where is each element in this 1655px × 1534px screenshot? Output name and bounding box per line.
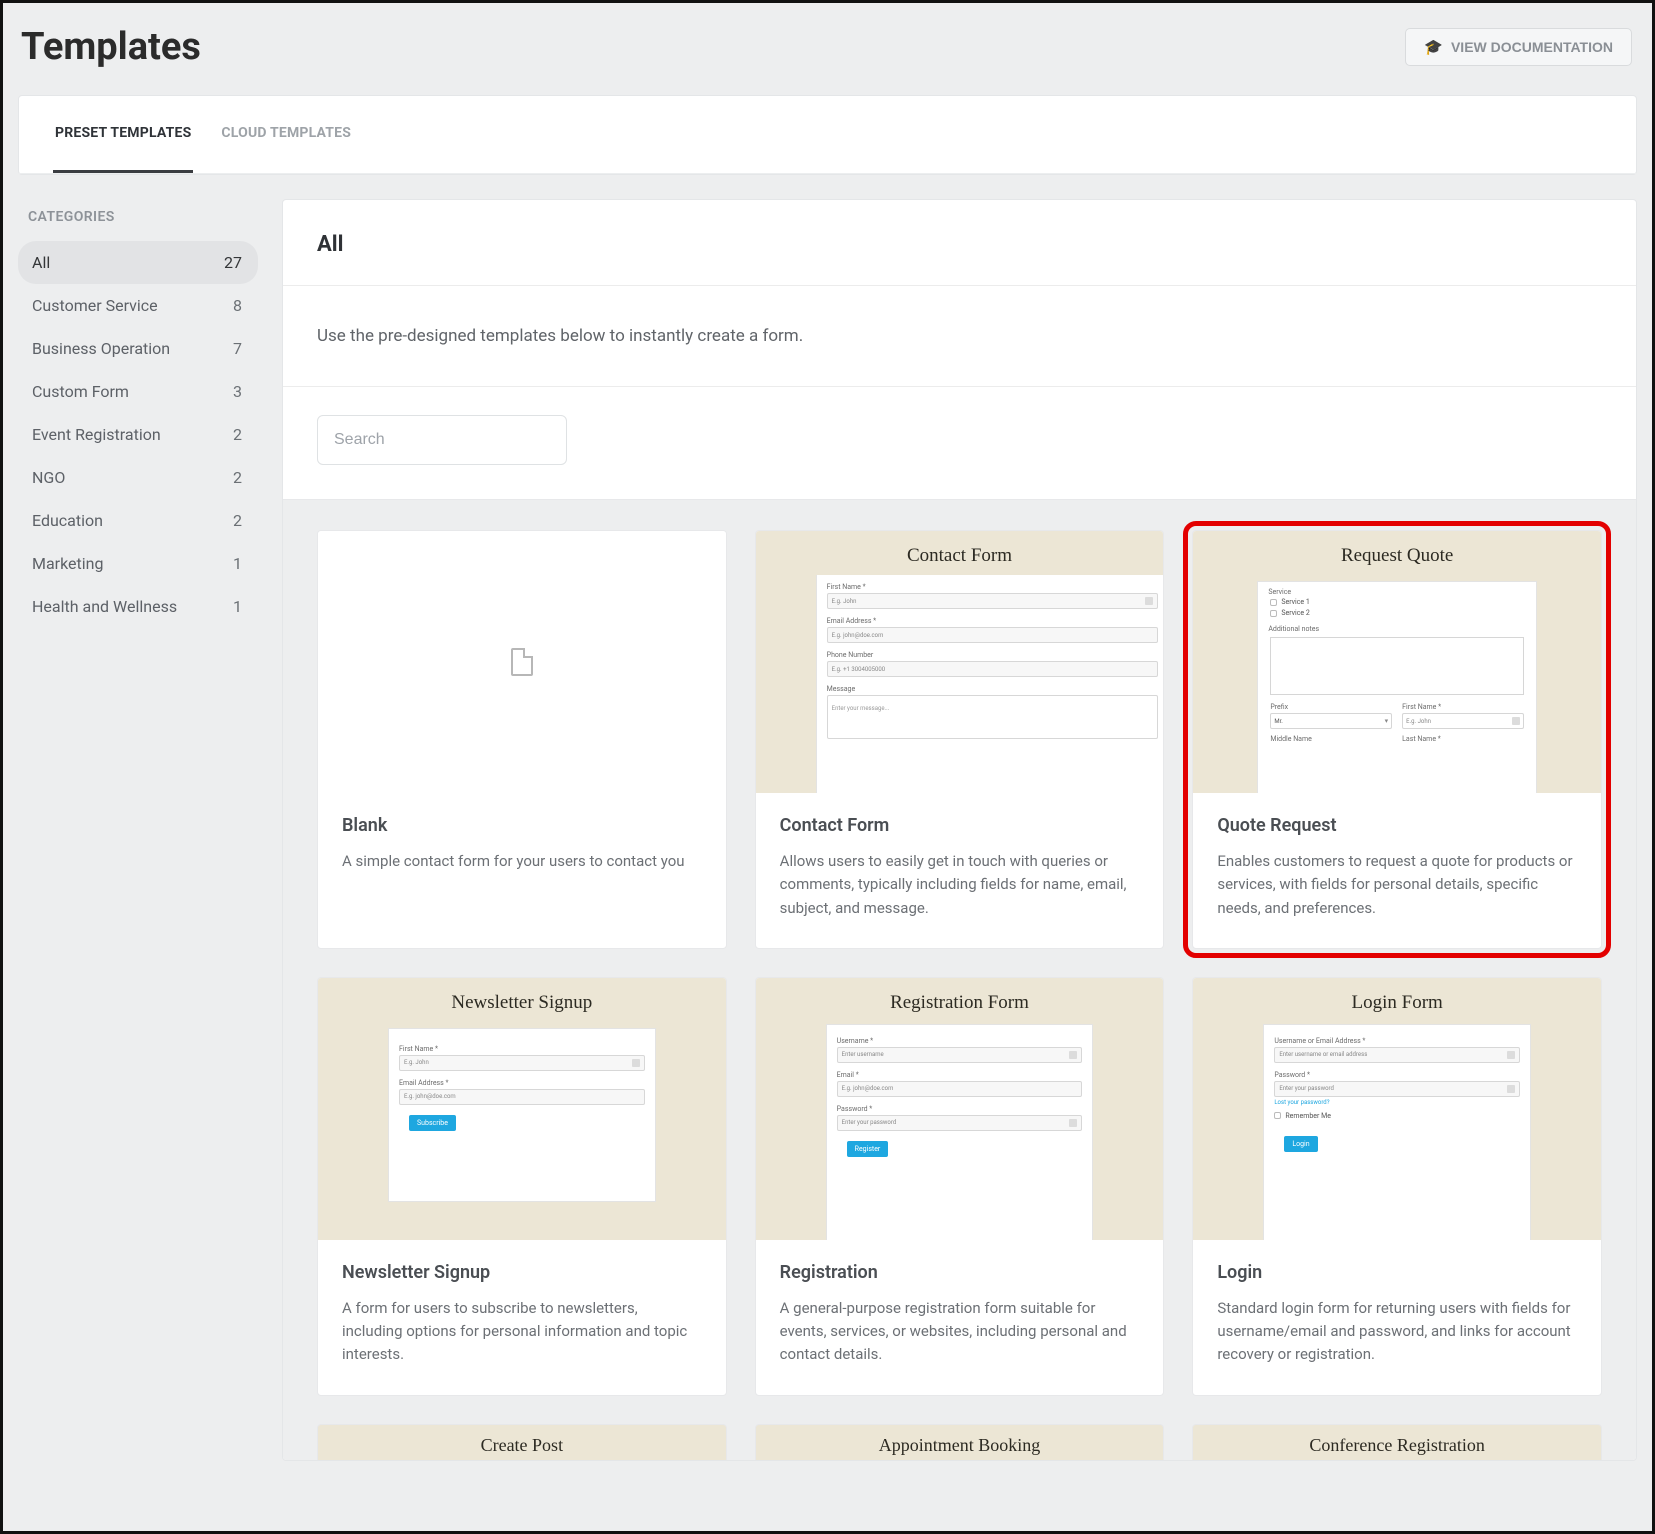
search-input[interactable]	[317, 415, 567, 465]
category-health-and-wellness[interactable]: Health and Wellness 1	[18, 585, 258, 628]
tab-cloud-templates[interactable]: CLOUD TEMPLATES	[219, 96, 353, 173]
categories-sidebar: CATEGORIES All 27 Customer Service 8 Bus…	[18, 199, 258, 628]
categories-label: CATEGORIES	[28, 209, 258, 225]
category-count: 2	[233, 511, 242, 530]
template-description: A form for users to subscribe to newslet…	[342, 1297, 702, 1367]
templates-main: All Use the pre-designed templates below…	[282, 199, 1637, 1461]
template-title: Blank	[342, 815, 702, 836]
template-card-contact-form[interactable]: Contact Form First Name * E.g. John Emai…	[755, 530, 1165, 949]
main-heading: All	[317, 232, 1602, 257]
thumb-heading: Request Quote	[1193, 531, 1601, 575]
category-all[interactable]: All 27	[18, 241, 258, 284]
blank-document-icon	[511, 648, 533, 676]
category-name: NGO	[32, 468, 65, 487]
thumb-miniform: Username * Enter username Email * E.g. j…	[826, 1024, 1094, 1240]
category-ngo[interactable]: NGO 2	[18, 456, 258, 499]
category-count: 2	[233, 468, 242, 487]
category-count: 7	[233, 339, 242, 358]
category-count: 1	[233, 597, 242, 616]
tab-preset-templates[interactable]: PRESET TEMPLATES	[53, 96, 193, 173]
template-description: Allows users to easily get in touch with…	[780, 850, 1140, 920]
template-card-registration[interactable]: Registration Form Username * Enter usern…	[755, 977, 1165, 1396]
category-count: 1	[233, 554, 242, 573]
template-title: Registration	[780, 1262, 1140, 1283]
thumb-miniform: Username or Email Address * Enter userna…	[1263, 1024, 1531, 1240]
category-name: Marketing	[32, 554, 103, 573]
category-name: Custom Form	[32, 382, 129, 401]
template-title: Newsletter Signup	[342, 1262, 702, 1283]
template-thumb: Contact Form First Name * E.g. John Emai…	[756, 531, 1164, 793]
thumb-miniform: Service Service 1 Service 2 Additional n…	[1257, 581, 1537, 793]
template-grid: Blank A simple contact form for your use…	[283, 499, 1636, 1460]
category-custom-form[interactable]: Custom Form 3	[18, 370, 258, 413]
thumb-heading: Newsletter Signup	[318, 978, 726, 1024]
template-card-blank[interactable]: Blank A simple contact form for your use…	[317, 530, 727, 949]
category-event-registration[interactable]: Event Registration 2	[18, 413, 258, 456]
main-subtext: Use the pre-designed templates below to …	[283, 286, 1636, 387]
template-title: Quote Request	[1217, 815, 1577, 836]
template-card-login[interactable]: Login Form Username or Email Address * E…	[1192, 977, 1602, 1396]
template-card-quote-request[interactable]: Request Quote Service Service 1 Service …	[1192, 530, 1602, 949]
category-education[interactable]: Education 2	[18, 499, 258, 542]
template-description: A simple contact form for your users to …	[342, 850, 702, 873]
category-business-operation[interactable]: Business Operation 7	[18, 327, 258, 370]
template-card-conference-registration[interactable]: Conference Registration	[1192, 1424, 1602, 1460]
thumb-heading: Login Form	[1193, 978, 1601, 1022]
thumb-heading: Registration Form	[756, 978, 1164, 1022]
page-title: Templates	[21, 25, 201, 69]
template-description: A general-purpose registration form suit…	[780, 1297, 1140, 1367]
category-count: 8	[233, 296, 242, 315]
template-description: Standard login form for returning users …	[1217, 1297, 1577, 1367]
thumb-heading: Contact Form	[756, 531, 1164, 573]
template-description: Enables customers to request a quote for…	[1217, 850, 1577, 920]
view-documentation-button[interactable]: 🎓 VIEW DOCUMENTATION	[1405, 28, 1632, 66]
template-thumb: Request Quote Service Service 1 Service …	[1193, 531, 1601, 793]
graduation-cap-icon: 🎓	[1424, 40, 1443, 55]
category-marketing[interactable]: Marketing 1	[18, 542, 258, 585]
category-name: Education	[32, 511, 103, 530]
category-name: Event Registration	[32, 425, 161, 444]
template-thumb: Newsletter Signup First Name * E.g. John…	[318, 978, 726, 1240]
template-card-create-post[interactable]: Create Post	[317, 1424, 727, 1460]
category-name: Business Operation	[32, 339, 170, 358]
template-title: Login	[1217, 1262, 1577, 1283]
view-documentation-label: VIEW DOCUMENTATION	[1451, 39, 1613, 55]
tabs-panel: PRESET TEMPLATES CLOUD TEMPLATES	[18, 95, 1637, 175]
template-thumb: Login Form Username or Email Address * E…	[1193, 978, 1601, 1240]
template-card-newsletter-signup[interactable]: Newsletter Signup First Name * E.g. John…	[317, 977, 727, 1396]
category-count: 27	[224, 253, 242, 272]
thumb-miniform: First Name * E.g. John Email Address * E…	[388, 1028, 656, 1202]
category-name: Health and Wellness	[32, 597, 177, 616]
category-customer-service[interactable]: Customer Service 8	[18, 284, 258, 327]
category-count: 3	[233, 382, 242, 401]
template-thumb: Registration Form Username * Enter usern…	[756, 978, 1164, 1240]
category-name: All	[32, 253, 50, 272]
template-thumb	[318, 531, 726, 793]
template-title: Contact Form	[780, 815, 1140, 836]
template-card-appointment-booking[interactable]: Appointment Booking	[755, 1424, 1165, 1460]
category-name: Customer Service	[32, 296, 158, 315]
thumb-miniform: First Name * E.g. John Email Address * E…	[816, 575, 1164, 793]
category-count: 2	[233, 425, 242, 444]
